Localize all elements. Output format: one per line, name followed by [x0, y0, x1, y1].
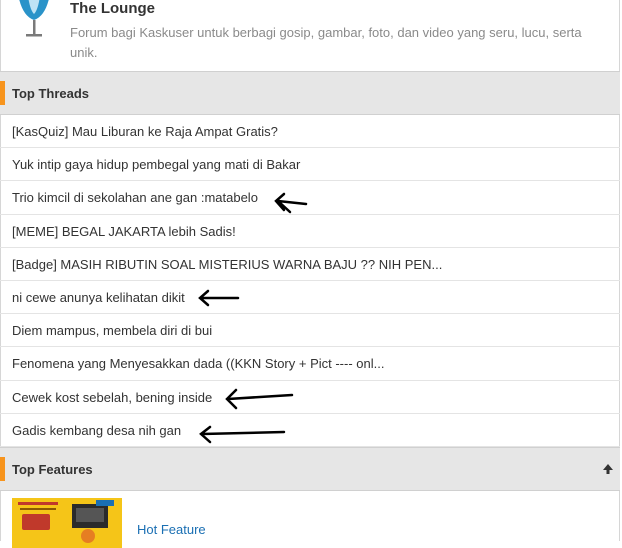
thread-row[interactable]: ni cewe anunya kelihatan dikit [0, 281, 620, 315]
lounge-cocktail-icon [19, 0, 49, 37]
hot-feature-link[interactable]: Hot Feature [137, 522, 206, 537]
lounge-description: Forum bagi Kaskuser untuk berbagi gosip,… [70, 25, 582, 60]
thread-row[interactable]: [Badge] MASIH RIBUTIN SOAL MISTERIUS WAR… [0, 248, 620, 281]
arrow-up-icon[interactable] [602, 463, 614, 475]
top-threads-title: Top Threads [12, 86, 90, 101]
thread-link[interactable]: [MEME] BEGAL JAKARTA lebih Sadis! [12, 224, 236, 239]
thread-row[interactable]: Cewek kost sebelah, bening inside [0, 381, 620, 414]
annotation-arrow-icon [274, 192, 308, 214]
lounge-title[interactable]: The Lounge [70, 0, 155, 17]
thread-row[interactable]: Gadis kembang desa nih gan [0, 414, 620, 447]
thread-list: [KasQuiz] Mau Liburan ke Raja Ampat Grat… [0, 115, 620, 447]
thread-link[interactable]: Yuk intip gaya hidup pembegal yang mati … [12, 157, 300, 172]
top-features-title: Top Features [12, 462, 93, 477]
annotation-arrow-icon [225, 388, 294, 410]
thread-link[interactable]: Cewek kost sebelah, bening inside [12, 390, 212, 405]
thread-link[interactable]: Gadis kembang desa nih gan [12, 423, 181, 438]
accent-bar [0, 457, 5, 481]
thread-row[interactable]: Fenomena yang Menyesakkan dada ((KKN Sto… [0, 347, 620, 381]
thread-row[interactable]: [KasQuiz] Mau Liburan ke Raja Ampat Grat… [0, 115, 620, 149]
thread-row[interactable]: Yuk intip gaya hidup pembegal yang mati … [0, 148, 620, 182]
lounge-header: The Lounge Forum bagi Kaskuser untuk ber… [0, 0, 620, 71]
thread-link[interactable]: Trio kimcil di sekolahan ane gan :matabe… [12, 190, 258, 205]
top-threads-header: Top Threads [0, 71, 620, 115]
thread-link[interactable]: Diem mampus, membela diri di bui [12, 323, 212, 338]
thread-row[interactable]: [MEME] BEGAL JAKARTA lebih Sadis! [0, 215, 620, 248]
top-features-header: Top Features [0, 447, 620, 491]
thread-row[interactable]: Diem mampus, membela diri di bui [0, 314, 620, 348]
annotation-arrow-icon [198, 289, 240, 307]
thread-link[interactable]: Fenomena yang Menyesakkan dada ((KKN Sto… [12, 356, 384, 371]
accent-bar [0, 81, 5, 105]
thread-link[interactable]: [Badge] MASIH RIBUTIN SOAL MISTERIUS WAR… [12, 257, 442, 272]
thread-link[interactable]: [KasQuiz] Mau Liburan ke Raja Ampat Grat… [12, 124, 278, 139]
annotation-arrow-icon [199, 425, 286, 444]
thread-link[interactable]: ni cewe anunya kelihatan dikit [12, 290, 185, 305]
